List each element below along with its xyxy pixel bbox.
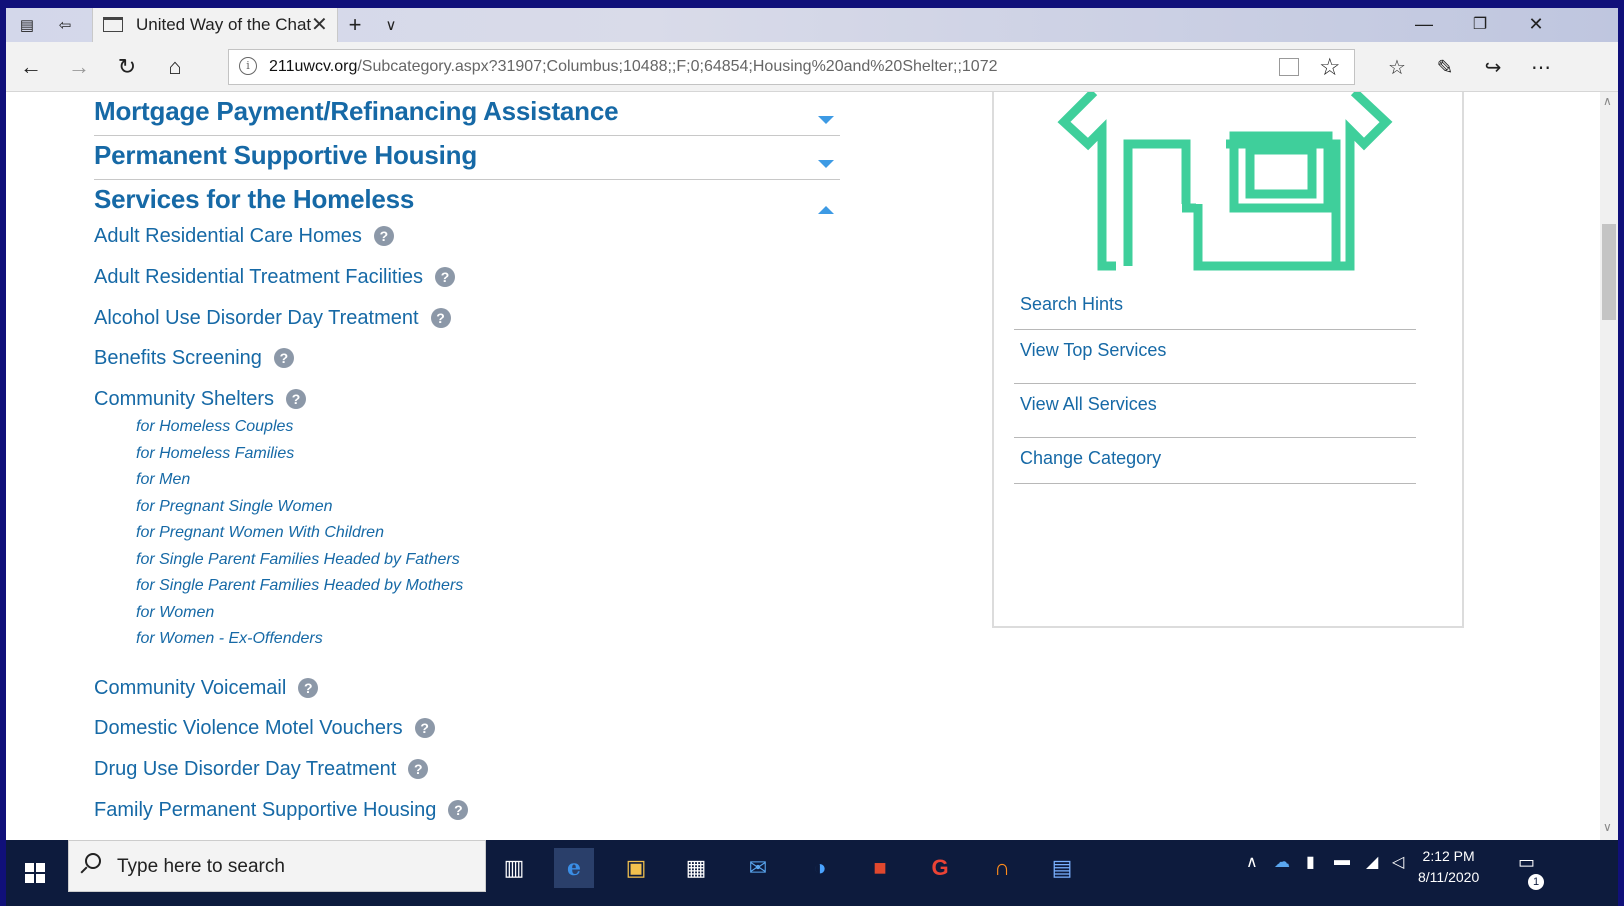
restore-icon[interactable]: ❐ [1460,10,1500,38]
tab-list-icon[interactable]: ▤ [14,13,40,37]
shelter-subitem[interactable]: for Homeless Families [136,445,294,463]
shelter-subitem[interactable]: for Pregnant Single Women [136,498,333,516]
reading-view-icon[interactable] [1279,58,1299,76]
help-icon[interactable]: ? [448,800,469,820]
shelter-subitem[interactable]: for Homeless Couples [136,418,293,436]
favorite-star-icon[interactable]: ☆ [1319,53,1341,82]
service-link[interactable]: Adult Residential Treatment Facilities? [94,263,456,291]
battery-icon[interactable]: ▬ [1334,852,1350,870]
more-icon[interactable]: ⋯ [1524,51,1558,83]
sidebar-panel: Search Hints View Top Services View All … [992,92,1464,628]
scroll-down-icon[interactable]: ∨ [1603,820,1612,834]
service-link[interactable]: Benefits Screening? [94,344,294,372]
taskbar: Type here to search ▥ e ▣ ▦ ✉ ◑ ■ G ∩ ▤ … [6,840,1618,906]
edge-icon[interactable]: e [554,848,594,888]
help-icon[interactable]: ? [373,226,394,246]
forward-icon[interactable]: → [62,51,96,83]
shelter-subitem[interactable]: for Single Parent Families Headed by Fat… [136,551,460,569]
service-link[interactable]: Adult Residential Care Homes? [94,222,394,250]
office-icon[interactable]: ■ [860,848,900,888]
navigation-bar: ← → ↻ ⌂ i 211uwcv.org/Subcategory.aspx?3… [6,42,1618,92]
pen-icon[interactable]: ✎ [1428,51,1462,83]
volume-icon[interactable]: ◁ [1392,852,1404,872]
help-icon[interactable]: ? [408,759,429,779]
sidebar-link-search-hints[interactable]: Search Hints [1014,284,1416,330]
browser-window: ▤ ⇦ United Way of the Chat ✕ + ∨ — ❐ ✕ ←… [6,8,1618,906]
help-icon[interactable]: ? [298,678,319,698]
scrollbar-thumb[interactable] [1602,224,1616,320]
onedrive-icon[interactable]: ☁ [1274,852,1290,872]
mail-icon[interactable]: ✉ [738,848,778,888]
start-button[interactable] [6,840,64,906]
shelter-subitem[interactable]: for Women [136,604,214,622]
file-explorer-icon[interactable]: ▣ [616,848,656,888]
home-icon[interactable]: ⌂ [158,51,192,83]
back-icon[interactable]: ← [14,51,48,83]
favorites-hub-icon[interactable]: ☆ [1380,51,1414,83]
help-icon[interactable]: ? [286,389,307,409]
sidebar-link-top-services[interactable]: View Top Services [1014,330,1416,384]
wifi-icon[interactable]: ◢ [1366,852,1378,872]
device-icon[interactable]: ▮ [1306,852,1315,872]
expand-caret-icon[interactable] [818,160,834,168]
sidebar-link-change-category[interactable]: Change Category [1014,438,1416,484]
house-icon [1057,92,1393,271]
service-link[interactable]: Domestic Violence Motel Vouchers? [94,714,435,742]
shelter-subitem[interactable]: for Women - Ex-Offenders [136,630,323,648]
task-view-icon[interactable]: ▥ [494,848,534,888]
page-favicon-icon [103,17,123,32]
service-link[interactable]: Family Permanent Supportive Housing? [94,796,469,824]
share-icon[interactable]: ↪ [1476,51,1510,83]
service-link[interactable]: Drug Use Disorder Day Treatment? [94,755,429,783]
help-icon[interactable]: ? [435,267,456,287]
network-app-icon[interactable]: ▤ [1042,848,1082,888]
chevron-down-icon[interactable]: ∨ [378,13,404,37]
close-tab-icon[interactable]: ✕ [311,12,328,37]
set-aside-tabs-icon[interactable]: ⇦ [52,13,78,37]
show-hidden-icons-icon[interactable]: ∧ [1246,852,1258,872]
compass-app-icon[interactable]: ◑ [800,848,840,888]
help-icon[interactable]: ? [273,348,294,368]
shelter-subitem[interactable]: for Pregnant Women With Children [136,524,384,542]
store-icon[interactable]: ▦ [676,848,716,888]
category-mortgage-assistance[interactable]: Mortgage Payment/Refinancing Assistance [94,96,840,136]
address-bar[interactable]: i 211uwcv.org/Subcategory.aspx?31907;Col… [228,49,1355,85]
tab-bar: ▤ ⇦ United Way of the Chat ✕ + ∨ — ❐ ✕ [6,8,1618,42]
category-services-homeless[interactable]: Services for the Homeless [94,184,840,224]
page-content: Mortgage Payment/Refinancing Assistance … [6,92,1600,840]
minimize-icon[interactable]: — [1404,10,1444,38]
close-window-icon[interactable]: ✕ [1516,10,1556,38]
windows-logo-icon [25,863,45,883]
orange-app-icon[interactable]: ∩ [982,848,1022,888]
vertical-scrollbar[interactable]: ∧ ∨ [1600,92,1618,840]
help-icon[interactable]: ? [430,308,451,328]
expand-caret-icon[interactable] [818,116,834,124]
info-icon[interactable]: i [239,57,257,75]
google-icon[interactable]: G [920,848,960,888]
notification-center-icon[interactable]: ▭ [1518,852,1535,873]
system-clock[interactable]: 2:12 PM 8/11/2020 [1418,846,1479,888]
sidebar-link-all-services[interactable]: View All Services [1014,384,1416,438]
new-tab-icon[interactable]: + [342,12,368,37]
shelter-subitem[interactable]: for Single Parent Families Headed by Mot… [136,577,463,595]
service-link[interactable]: Community Shelters? [94,385,307,413]
shelter-subitem[interactable]: for Men [136,471,190,489]
search-icon [85,853,101,869]
service-link[interactable]: Community Voicemail? [94,674,319,702]
search-placeholder: Type here to search [117,856,285,877]
tab-title: United Way of the Chat [136,15,312,34]
notification-count-badge: 1 [1528,874,1544,890]
service-link[interactable]: Alcohol Use Disorder Day Treatment? [94,304,451,332]
taskbar-search[interactable]: Type here to search [68,840,486,892]
collapse-caret-icon[interactable] [818,206,834,214]
help-icon[interactable]: ? [414,718,435,738]
url-text: 211uwcv.org/Subcategory.aspx?31907;Colum… [269,58,998,75]
category-permanent-supportive-housing[interactable]: Permanent Supportive Housing [94,140,840,180]
refresh-icon[interactable]: ↻ [110,51,144,83]
scroll-up-icon[interactable]: ∧ [1603,94,1612,108]
tab-united-way[interactable]: United Way of the Chat ✕ [92,8,338,42]
